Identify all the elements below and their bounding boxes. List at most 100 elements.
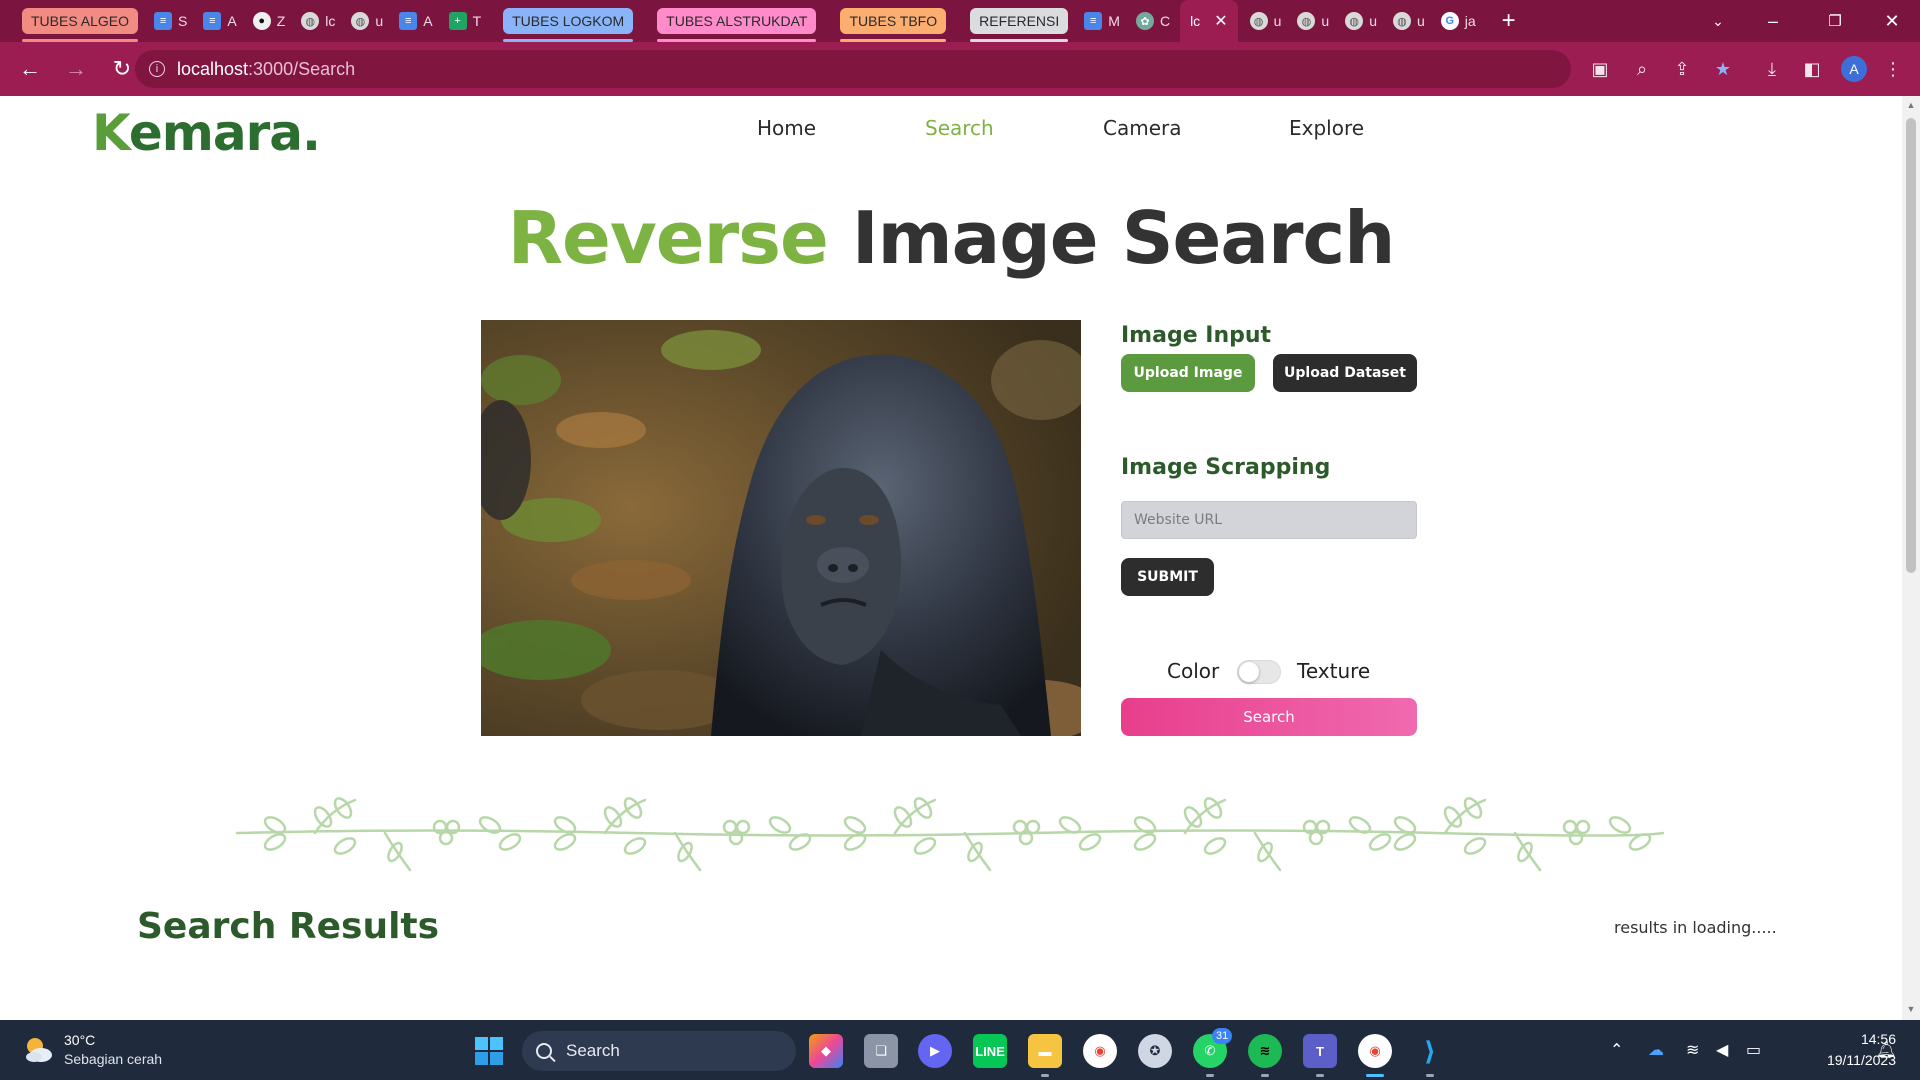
tab[interactable]: ≡ A [393,6,438,36]
forward-arrow-icon[interactable]: → [56,49,96,89]
image-input-title: Image Input [1121,323,1272,348]
website-url-input[interactable] [1121,501,1417,539]
tab[interactable]: ◍ u [1387,6,1431,36]
nav-explore[interactable]: Explore [1289,116,1364,140]
profile-avatar[interactable]: A [1841,56,1867,82]
tray-chevron-icon[interactable]: ⌃ [1610,1040,1623,1060]
search-results-title: Search Results [137,906,440,947]
tab[interactable]: ≡ M [1078,6,1126,36]
tab[interactable]: Gja [1435,6,1482,36]
side-panel-icon[interactable]: ◧ [1797,54,1827,84]
taskbar-search[interactable]: Search [522,1031,796,1071]
globe-icon: ◍ [301,12,320,30]
app-active-indicator [1366,1074,1384,1077]
camera-blocked-icon[interactable]: ▣ [1585,54,1615,84]
tab[interactable]: ◍ u [1291,6,1335,36]
tab[interactable]: ◍ u [1244,6,1288,36]
chrome-profile-icon[interactable]: ◉ [1358,1034,1392,1068]
tab[interactable]: ● Z [247,6,292,36]
url-path: :3000/Search [248,58,356,79]
google-icon: G [1440,12,1459,30]
notification-bell-icon[interactable]: 🔔︎ [1876,1040,1896,1060]
logo-text: emara. [128,104,321,162]
tab-title: lc [325,13,336,29]
university-app-icon[interactable]: ✪ [1138,1034,1172,1068]
zoom-icon[interactable]: ⌕ [1627,54,1657,84]
windows-start-icon[interactable] [474,1036,504,1066]
tab-title: Z [276,13,286,29]
task-view-icon[interactable]: ❏ [864,1034,898,1068]
upload-dataset-button[interactable]: Upload Dataset [1273,354,1417,392]
tab-group-alstrukdat[interactable]: TUBES ALSTRUKDAT [657,8,817,42]
spotify-icon[interactable]: ≋ [1248,1034,1282,1068]
active-tab[interactable]: lc ✕ [1180,0,1238,42]
tab-group-referensi[interactable]: REFERENSI [970,8,1069,42]
meet-chat-icon[interactable]: ▶ [918,1034,952,1068]
nav-search[interactable]: Search [925,116,994,140]
color-texture-toggle[interactable] [1237,660,1281,684]
tab-group-label: REFERENSI [979,13,1060,29]
scroll-down-icon[interactable]: ▼ [1906,1004,1916,1014]
tab[interactable]: ✿ C [1130,6,1176,36]
tab-title: lc [1190,13,1201,29]
site-logo[interactable]: Kemara. [92,104,321,162]
tab[interactable]: + T [443,6,488,36]
close-icon[interactable]: ✕ [1214,11,1227,31]
tab[interactable]: ◍ lc [295,6,341,36]
onedrive-icon[interactable]: ☁ [1648,1040,1664,1060]
tab-title: A [423,13,433,29]
page-viewport: Kemara. Home Search Camera Explore Rever… [0,96,1902,1020]
tab-group-tbfo[interactable]: TUBES TBFO [840,8,947,42]
logo-mark: K [92,104,130,162]
upload-image-button[interactable]: Upload Image [1121,354,1255,392]
new-tab-button[interactable]: + [1494,7,1524,35]
partly-sunny-icon[interactable] [22,1034,54,1066]
restore-icon[interactable]: ❐ [1807,0,1863,42]
site-info-icon[interactable]: i [149,61,165,77]
docs-icon: ≡ [399,12,418,30]
submit-button[interactable]: SUBMIT [1121,558,1214,596]
weather-temperature: 30°C [64,1032,96,1048]
wifi-icon[interactable]: ≋ [1686,1040,1699,1060]
toggle-label-color: Color [1167,659,1220,683]
download-icon[interactable]: ⤓ [1757,54,1787,84]
vscode-icon[interactable]: ⟩ [1413,1034,1447,1068]
battery-icon[interactable]: ▭ [1746,1040,1761,1060]
search-button[interactable]: Search [1121,698,1417,736]
whatsapp-badge: 31 [1212,1028,1233,1044]
line-app-icon[interactable]: LINE [973,1034,1007,1068]
docs-icon: ≡ [203,12,222,30]
tab-title: T [472,13,482,29]
taskbar: 30°C Sebagian cerah Search ◆ ❏ ▶ LINE ▬ … [0,1020,1920,1080]
address-bar[interactable]: i localhost:3000/Search [135,50,1571,88]
bookmark-star-icon[interactable]: ★ [1708,54,1738,84]
share-icon[interactable]: ⇪ [1667,54,1697,84]
nav-camera[interactable]: Camera [1103,116,1182,140]
file-explorer-icon[interactable]: ▬ [1028,1034,1062,1068]
teams-icon[interactable]: T [1303,1034,1337,1068]
tab[interactable]: ◍ u [1339,6,1383,36]
minimize-icon[interactable]: – [1745,0,1801,42]
window-close-icon[interactable]: ✕ [1864,0,1920,42]
back-arrow-icon[interactable]: ← [10,49,50,89]
volume-icon[interactable]: ◀ [1716,1040,1728,1060]
tab[interactable]: ◍ u [345,6,389,36]
copilot-icon[interactable]: ◆ [809,1034,843,1068]
globe-icon: ◍ [1297,12,1316,30]
scroll-thumb[interactable] [1906,118,1916,573]
chrome-icon[interactable]: ◉ [1083,1034,1117,1068]
globe-icon: ◍ [1249,12,1268,30]
page-scrollbar[interactable]: ▲ ▼ [1902,96,1920,1020]
tab-group-logkom[interactable]: TUBES LOGKOM [503,8,634,42]
tab[interactable]: ≡ S [148,6,193,36]
tab-search-chevron-icon[interactable]: ⌄ [1690,0,1746,42]
tab-group-algeo[interactable]: TUBES ALGEO [22,8,139,42]
page-title: Reverse Image Search [0,196,1902,280]
tab-title: u [375,13,384,29]
tab-title: ja [1464,13,1476,29]
tab[interactable]: ≡ A [197,6,242,36]
nav-home[interactable]: Home [757,116,816,140]
scroll-up-icon[interactable]: ▲ [1906,100,1916,110]
browser-menu-icon[interactable]: ⋮ [1878,54,1908,84]
weather-description: Sebagian cerah [64,1051,163,1067]
